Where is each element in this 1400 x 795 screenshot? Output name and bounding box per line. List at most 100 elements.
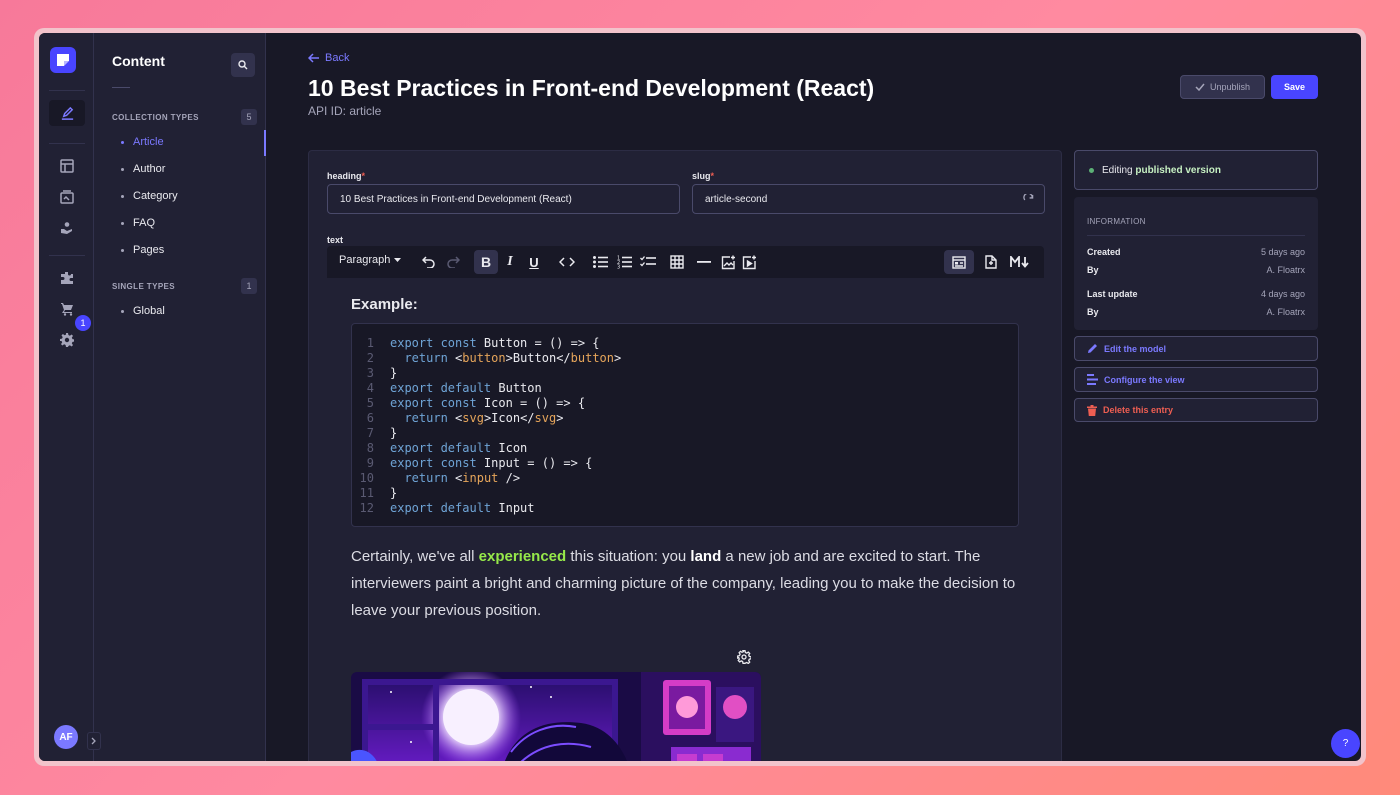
code-icon[interactable] — [555, 250, 579, 274]
code-token: Input = () => { — [483, 456, 593, 470]
horizontal-rule-icon[interactable] — [692, 250, 716, 274]
paragraph-select[interactable]: Paragraph — [339, 254, 402, 266]
code-line: 5 export const Icon = () => { — [352, 396, 1018, 411]
line-number: 9 — [366, 456, 374, 470]
code-token: svg — [534, 411, 557, 425]
code-token: export const — [390, 336, 484, 350]
media-library-icon[interactable] — [49, 184, 85, 210]
code-token: >Icon</ — [483, 411, 535, 425]
content-manager-icon[interactable] — [49, 100, 85, 126]
notification-badge: 1 — [75, 315, 91, 331]
line-number: 4 — [366, 381, 374, 395]
line-number: 1 — [366, 336, 374, 350]
delete-entry-button[interactable]: Delete this entry — [1074, 398, 1318, 422]
layout-icon — [1087, 374, 1098, 385]
slug-input[interactable]: article-second — [692, 184, 1045, 214]
back-link[interactable]: Back — [308, 52, 349, 64]
rich-text-content[interactable]: Example: 1 export const Button = () => { 2… — [327, 278, 1044, 761]
code-line: 4 export default Button — [352, 381, 1018, 396]
underline-icon[interactable]: U — [522, 250, 546, 274]
bold-word: land — [690, 548, 722, 565]
code-token: Input — [498, 501, 535, 515]
section-label: COLLECTION TYPES — [112, 112, 199, 122]
save-button[interactable]: Save — [1271, 75, 1318, 99]
nav-item-category[interactable]: Category — [112, 184, 266, 208]
insert-video-icon[interactable] — [737, 250, 761, 274]
italic-icon[interactable]: I — [498, 250, 522, 274]
redo-icon[interactable] — [441, 250, 465, 274]
configure-view-button[interactable]: Configure the view — [1074, 367, 1318, 392]
highlighted-word: experienced — [478, 548, 567, 565]
content-subnav: Content COLLECTION TYPES 5 Article Autho… — [94, 33, 266, 761]
help-button[interactable]: ? — [1331, 729, 1360, 758]
settings-icon[interactable] — [49, 327, 85, 353]
gear-icon[interactable] — [736, 649, 752, 665]
information-panel: INFORMATION Created 5 days ago By A. Float… — [1074, 197, 1318, 330]
releases-icon[interactable] — [49, 215, 85, 241]
bulleted-list-icon[interactable] — [588, 250, 612, 274]
regenerate-icon[interactable] — [1023, 194, 1034, 205]
code-line: 1 export const Button = () => { — [352, 336, 1018, 351]
undo-icon[interactable] — [417, 250, 441, 274]
heading-input[interactable]: 10 Best Practices in Front-end Developme… — [327, 184, 680, 214]
code-token: export default — [390, 441, 499, 455]
document-icon[interactable] — [979, 250, 1003, 274]
arrow-left-icon — [308, 53, 319, 63]
plugins-icon[interactable] — [49, 265, 85, 291]
code-line: 3} — [352, 366, 1018, 381]
unpublish-button[interactable]: Unpublish — [1180, 75, 1265, 99]
line-number: 11 — [359, 486, 374, 500]
line-number: 2 — [366, 351, 374, 365]
code-token: < — [455, 411, 463, 425]
single-types-section: SINGLE TYPES 1 — [112, 278, 257, 294]
line-number: 8 — [366, 441, 374, 455]
code-token: button — [570, 351, 615, 365]
table-icon[interactable] — [665, 250, 689, 274]
status-panel: Editing published version — [1074, 150, 1318, 190]
code-token: } — [390, 366, 398, 380]
nav-item-author[interactable]: Author — [112, 157, 266, 181]
code-token: return — [404, 471, 456, 485]
code-token: svg — [462, 411, 484, 425]
checklist-icon[interactable] — [636, 250, 660, 274]
code-token: Button = () => { — [483, 336, 600, 350]
code-token: return — [404, 351, 456, 365]
numbered-list-icon[interactable]: 123 — [612, 250, 636, 274]
article-image[interactable] — [351, 672, 761, 761]
nav-item-article[interactable]: Article — [112, 130, 266, 156]
example-heading: Example: — [351, 296, 418, 313]
code-token: > — [614, 351, 622, 365]
content-types-builder-icon[interactable] — [49, 153, 85, 179]
preview-mode-icon[interactable] — [944, 250, 974, 274]
search-button[interactable] — [231, 53, 255, 77]
nav-item-faq[interactable]: FAQ — [112, 211, 266, 235]
window-frame: 1 AF Content COLLECTION TYPES 5 Article … — [34, 28, 1366, 766]
line-number: 12 — [359, 501, 374, 515]
edit-model-button[interactable]: Edit the model — [1074, 336, 1318, 361]
avatar[interactable]: AF — [54, 725, 78, 749]
line-number: 10 — [359, 471, 374, 485]
subnav-title: Content — [112, 53, 165, 69]
search-icon — [238, 60, 248, 70]
code-token: export const — [390, 396, 484, 410]
code-token: } — [390, 486, 398, 500]
code-line: 2 return < button >Button</button > — [352, 351, 1018, 366]
slug-label: slug* — [692, 171, 715, 181]
bold-icon[interactable]: B — [474, 250, 498, 274]
code-line: 7} — [352, 426, 1018, 441]
code-token: export default — [390, 381, 499, 395]
nav-item-global[interactable]: Global — [112, 299, 266, 323]
count-badge: 1 — [241, 278, 257, 294]
check-icon — [1195, 83, 1205, 91]
code-token: < — [455, 351, 463, 365]
main-content: Back 10 Best Practices in Front-end Deve… — [266, 33, 1361, 761]
markdown-icon[interactable] — [1006, 250, 1034, 274]
expand-nav-button[interactable] — [87, 732, 101, 750]
nav-item-pages[interactable]: Pages — [112, 238, 266, 262]
strapi-logo-icon[interactable] — [50, 47, 76, 73]
editor-toolbar: Paragraph B I U 123 — [327, 246, 1044, 278]
code-token: /> — [498, 471, 521, 485]
code-block[interactable]: 1 export const Button = () => { 2 return <… — [351, 323, 1019, 527]
